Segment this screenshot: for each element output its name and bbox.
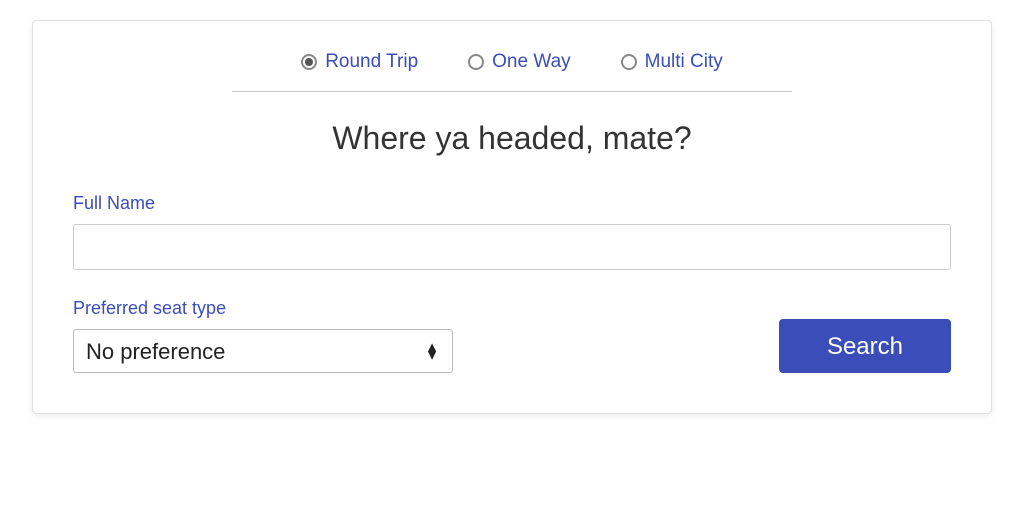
radio-icon — [621, 54, 637, 70]
radio-label: Multi City — [645, 51, 723, 73]
radio-one-way[interactable]: One Way — [468, 51, 571, 73]
divider — [232, 91, 792, 92]
bottom-row: Preferred seat type No preference ▲▼ Sea… — [73, 298, 951, 373]
booking-card: Round Trip One Way Multi City Where ya h… — [32, 20, 992, 414]
search-button[interactable]: Search — [779, 319, 951, 373]
radio-label: Round Trip — [325, 51, 418, 73]
radio-multi-city[interactable]: Multi City — [621, 51, 723, 73]
seat-type-select-wrap: No preference ▲▼ — [73, 329, 453, 373]
full-name-label: Full Name — [73, 193, 951, 214]
trip-type-row: Round Trip One Way Multi City — [73, 51, 951, 91]
full-name-input[interactable] — [73, 224, 951, 270]
seat-type-label: Preferred seat type — [73, 298, 453, 319]
seat-type-block: Preferred seat type No preference ▲▼ — [73, 298, 453, 373]
radio-round-trip[interactable]: Round Trip — [301, 51, 418, 73]
radio-icon — [468, 54, 484, 70]
radio-icon — [301, 54, 317, 70]
page-heading: Where ya headed, mate? — [73, 120, 951, 157]
radio-label: One Way — [492, 51, 571, 73]
seat-type-select[interactable]: No preference — [73, 329, 453, 373]
